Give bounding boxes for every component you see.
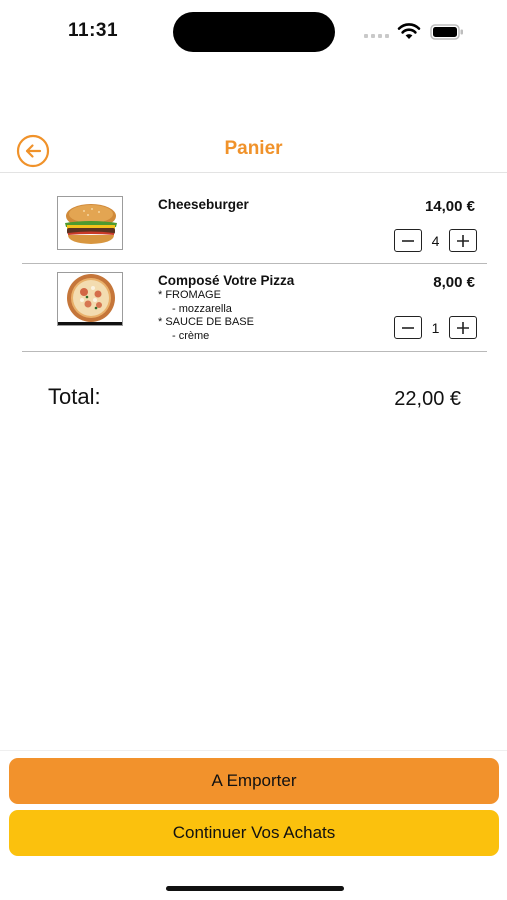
header-divider — [0, 172, 507, 173]
quantity-stepper: 4 — [394, 229, 477, 252]
item-price: 8,00 € — [433, 274, 475, 291]
minus-icon — [402, 326, 414, 329]
item-name: Cheeseburger — [158, 197, 249, 212]
pizza-icon — [57, 272, 123, 326]
increase-quantity-button[interactable] — [449, 316, 477, 339]
takeaway-button[interactable]: A Emporter — [9, 758, 499, 804]
page-title: Panier — [224, 138, 283, 159]
dynamic-island — [173, 12, 335, 52]
option-choice: - mozzarella — [172, 302, 232, 315]
plus-icon — [457, 234, 469, 247]
nav-header: Panier — [0, 128, 507, 170]
decrease-quantity-button[interactable] — [394, 316, 422, 339]
home-indicator — [166, 886, 344, 891]
option-group-label: * SAUCE DE BASE — [158, 316, 254, 328]
continue-shopping-button[interactable]: Continuer Vos Achats — [9, 810, 499, 856]
item-options: * FROMAGE - mozzarella * SAUCE DE BASE -… — [158, 289, 254, 343]
status-bar: 11:31 — [0, 0, 507, 62]
cart-item-cheeseburger: Cheeseburger 14,00 € 4 — [22, 184, 487, 264]
battery-icon — [430, 24, 463, 40]
decrease-quantity-button[interactable] — [394, 229, 422, 252]
plus-icon — [457, 321, 469, 334]
total-label: Total: — [48, 384, 101, 409]
quantity-value: 4 — [431, 232, 440, 249]
item-name: Composé Votre Pizza — [158, 273, 295, 288]
burger-icon — [57, 196, 123, 250]
cellular-signal-icon — [364, 34, 389, 38]
wifi-icon — [397, 23, 421, 39]
quantity-stepper: 1 — [394, 316, 477, 339]
increase-quantity-button[interactable] — [449, 229, 477, 252]
total-value: 22,00 € — [394, 388, 461, 410]
option-group-label: * FROMAGE — [158, 289, 221, 301]
minus-icon — [402, 239, 414, 242]
quantity-value: 1 — [431, 319, 440, 336]
option-choice: - crème — [172, 329, 210, 342]
cart-item-pizza: Composé Votre Pizza * FROMAGE - mozzarel… — [22, 264, 487, 352]
bottom-divider — [0, 750, 507, 751]
item-price: 14,00 € — [424, 198, 475, 215]
status-time: 11:31 — [68, 20, 119, 41]
